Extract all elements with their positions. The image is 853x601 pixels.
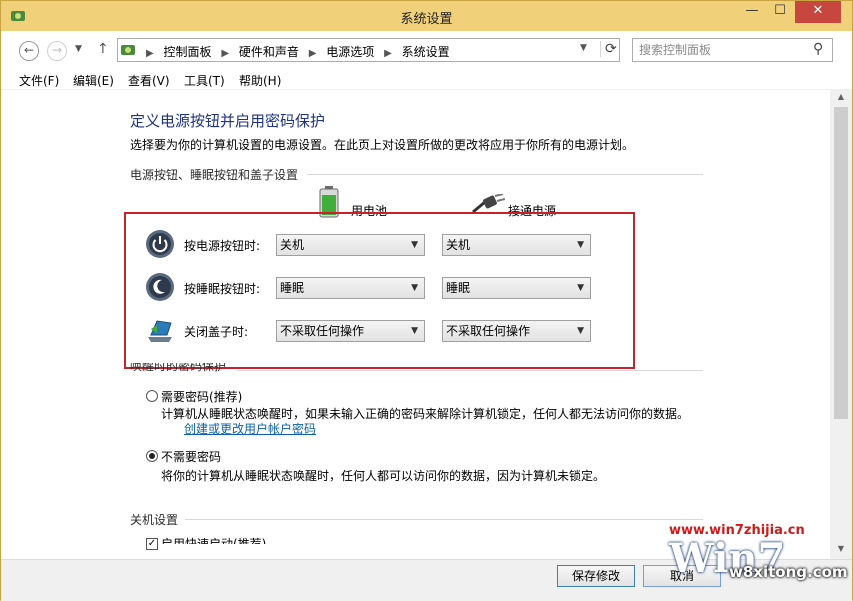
breadcrumb-item[interactable]: 电源选项: [326, 45, 374, 59]
lid-close-plugged-select[interactable]: 不采取任何操作 ▼: [442, 320, 591, 342]
section-divider: [237, 370, 703, 371]
refresh-icon[interactable]: ⟳: [600, 41, 617, 57]
search-box[interactable]: ⚲: [632, 38, 833, 62]
title-bar[interactable]: 系统设置 — ☐ ✕: [1, 1, 852, 31]
sleep-icon: [146, 273, 174, 301]
select-value: 关机: [446, 238, 471, 252]
search-input[interactable]: [639, 42, 809, 58]
select-value: 不采取任何操作: [280, 324, 365, 338]
menu-edit[interactable]: 编辑(E): [73, 72, 114, 89]
require-password-radio[interactable]: [146, 390, 158, 402]
section-title-wake: 唤醒时的密码保护: [130, 363, 227, 373]
search-icon[interactable]: ⚲: [813, 41, 823, 57]
breadcrumb-separator-icon[interactable]: ▶: [221, 48, 229, 59]
breadcrumb: ▶ 控制面板 ▶ 硬件和声音 ▶ 电源选项 ▶ 系统设置: [140, 43, 450, 60]
chevron-down-icon: ▼: [577, 326, 584, 336]
section-divider: [185, 519, 703, 520]
power-icon: [146, 230, 174, 258]
vertical-scrollbar[interactable]: ▲ ▼: [830, 89, 852, 559]
lid-close-battery-select[interactable]: 不采取任何操作 ▼: [276, 320, 425, 342]
breadcrumb-item[interactable]: 硬件和声音: [239, 45, 299, 59]
chevron-down-icon: ▼: [411, 240, 418, 250]
forward-button[interactable]: →: [47, 41, 67, 61]
section-title-buttons: 电源按钮、睡眠按钮和盖子设置: [130, 168, 299, 182]
chevron-down-icon: ▼: [577, 283, 584, 293]
lid-close-label: 关闭盖子时:: [184, 325, 249, 339]
sleep-button-battery-select[interactable]: 睡眠 ▼: [276, 277, 425, 299]
scroll-down-icon[interactable]: ▼: [830, 541, 852, 557]
address-bar[interactable]: ▶ 控制面板 ▶ 硬件和声音 ▶ 电源选项 ▶ 系统设置 ▼ ⟳: [117, 38, 620, 62]
section-title-shutdown: 关机设置: [130, 513, 179, 527]
up-arrow-icon[interactable]: ↑: [97, 41, 109, 57]
page-description: 选择要为你的计算机设置的电源设置。在此页上对设置所做的更改将应用于你所有的电源计…: [130, 138, 635, 152]
menu-tools[interactable]: 工具(T): [184, 72, 225, 89]
chevron-down-icon: ▼: [577, 240, 584, 250]
control-panel-icon: [121, 45, 135, 55]
save-changes-button[interactable]: 保存修改: [557, 565, 635, 587]
page-title: 定义电源按钮并启用密码保护: [130, 112, 326, 130]
change-password-link[interactable]: 创建或更改用户帐户密码: [184, 420, 316, 437]
window: 系统设置 — ☐ ✕ ← → ▼ ↑ ▶ 控制面板 ▶ 硬件和声音 ▶ 电源选项…: [0, 0, 853, 601]
breadcrumb-separator-icon[interactable]: ▶: [309, 48, 317, 59]
section-divider: [307, 174, 703, 175]
power-button-plugged-select[interactable]: 关机 ▼: [442, 234, 591, 256]
laptop-lid-icon: [148, 320, 172, 342]
breadcrumb-item[interactable]: 系统设置: [402, 45, 450, 59]
chevron-down-icon: ▼: [411, 326, 418, 336]
minimize-button[interactable]: —: [739, 1, 765, 23]
fast-startup-checkbox[interactable]: ✓: [146, 538, 158, 550]
power-button-battery-select[interactable]: 关机 ▼: [276, 234, 425, 256]
select-value: 关机: [280, 238, 305, 252]
breadcrumb-separator-icon: ▶: [146, 48, 154, 59]
menu-view[interactable]: 查看(V): [128, 72, 170, 89]
select-value: 睡眠: [280, 281, 305, 295]
no-password-radio[interactable]: [146, 450, 158, 462]
maximize-button[interactable]: ☐: [767, 1, 793, 23]
window-title: 系统设置: [400, 12, 453, 27]
sleep-button-plugged-select[interactable]: 睡眠 ▼: [442, 277, 591, 299]
watermark-url-secondary: w8xitong.com: [729, 563, 848, 581]
chevron-down-icon: ▼: [411, 283, 418, 293]
sleep-button-label: 按睡眠按钮时:: [184, 282, 261, 296]
menu-file[interactable]: 文件(F): [19, 72, 59, 89]
back-button[interactable]: ←: [19, 41, 39, 61]
require-password-label[interactable]: 需要密码(推荐): [161, 388, 242, 405]
no-password-label[interactable]: 不需要密码: [161, 448, 221, 465]
select-value: 不采取任何操作: [446, 324, 531, 338]
address-toolbar: ← → ▼ ↑ ▶ 控制面板 ▶ 硬件和声音 ▶ 电源选项 ▶ 系统设置 ▼ ⟳: [1, 31, 852, 69]
menu-help[interactable]: 帮助(H): [239, 72, 281, 89]
recent-pages-dropdown-icon[interactable]: ▼: [75, 44, 82, 54]
fast-startup-label[interactable]: 启用快速启动(推荐): [161, 535, 266, 544]
power-button-label: 按电源按钮时:: [184, 239, 261, 253]
address-dropdown-icon[interactable]: ▼: [580, 43, 587, 53]
no-password-description: 将你的计算机从睡眠状态唤醒时，任何人都可以访问你的数据，因为计算机未锁定。: [161, 469, 606, 483]
scrollbar-thumb[interactable]: [834, 107, 848, 419]
breadcrumb-separator-icon[interactable]: ▶: [384, 48, 392, 59]
close-button[interactable]: ✕: [795, 1, 841, 23]
scroll-up-icon[interactable]: ▲: [830, 89, 852, 105]
power-plug-icon: [472, 194, 505, 214]
breadcrumb-item[interactable]: 控制面板: [164, 45, 212, 59]
menu-bar: 文件(F) 编辑(E) 查看(V) 工具(T) 帮助(H): [1, 69, 852, 89]
select-value: 睡眠: [446, 281, 471, 295]
